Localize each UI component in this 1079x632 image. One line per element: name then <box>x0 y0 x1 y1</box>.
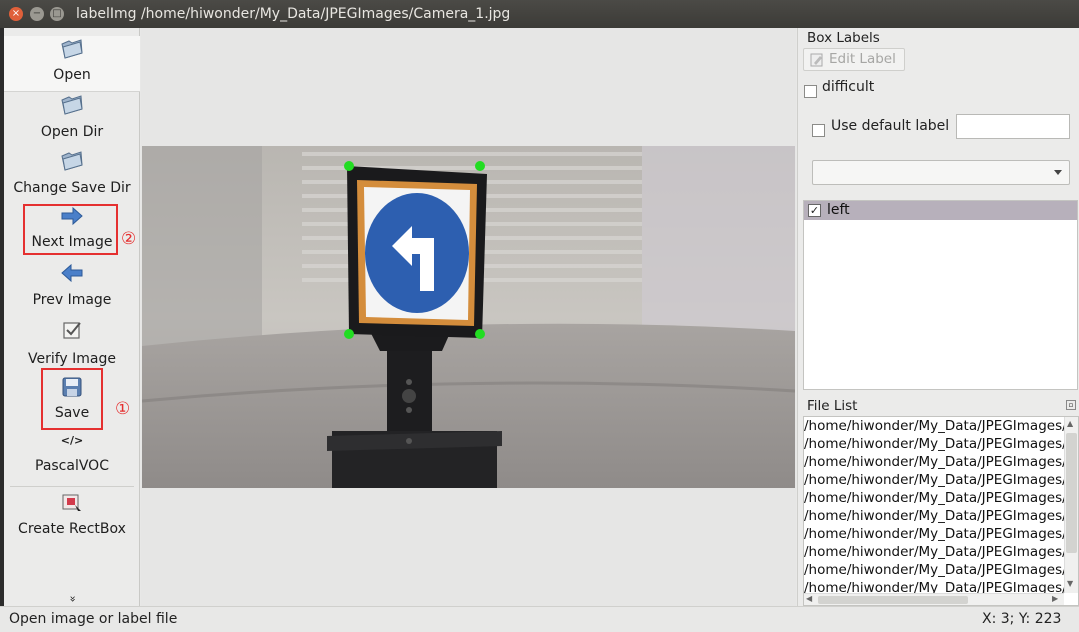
open-dir-label: Open Dir <box>40 124 104 140</box>
step-one-marker: ① <box>115 399 131 419</box>
open-dir-button[interactable]: Open Dir <box>4 94 140 146</box>
scrollbar-thumb[interactable] <box>1066 433 1077 553</box>
edit-pencil-icon <box>810 53 823 67</box>
camera-photo-graphic <box>142 146 795 488</box>
open-label: Open <box>53 67 91 83</box>
file-list-item[interactable]: /home/hiwonder/My_Data/JPEGImages/Camera… <box>804 526 1064 544</box>
toolbar-divider <box>10 486 134 487</box>
folder-open-icon <box>61 151 83 171</box>
camera-image[interactable] <box>142 146 795 488</box>
cursor-coordinates: X: 3; Y: 223 <box>982 611 1062 627</box>
difficult-checkbox[interactable] <box>804 81 817 100</box>
title-bar: × − □ labelImg /home/hiwonder/My_Data/JP… <box>0 0 1079 28</box>
checkbox-verify-icon <box>63 322 81 339</box>
use-default-label-checkbox-box[interactable] <box>812 124 825 137</box>
horizontal-scrollbar[interactable]: ◀ ▶ <box>804 593 1064 605</box>
scroll-down-arrow-icon[interactable]: ▼ <box>1067 579 1073 588</box>
verify-image-button[interactable]: Verify Image <box>4 320 140 372</box>
file-list-item[interactable]: /home/hiwonder/My_Data/JPEGImages/Camera… <box>804 418 1064 436</box>
file-list-item[interactable]: /home/hiwonder/My_Data/JPEGImages/Camera… <box>804 544 1064 562</box>
toolbar-extension-button[interactable]: » <box>4 593 140 607</box>
label-list[interactable]: ✓ left <box>803 200 1078 390</box>
close-window-button[interactable]: × <box>9 7 23 21</box>
folder-open-icon <box>61 95 83 115</box>
difficult-checkbox-box[interactable] <box>804 85 817 98</box>
change-save-dir-label: Change Save Dir <box>13 180 131 196</box>
create-rectbox-label: Create RectBox <box>18 521 126 537</box>
box-labels-title: Box Labels <box>807 30 880 46</box>
float-dock-icon[interactable]: ▫ <box>1066 400 1076 410</box>
open-button[interactable]: Open <box>4 36 140 92</box>
vertical-scrollbar[interactable]: ▲ ▼ <box>1064 417 1078 593</box>
maximize-window-button[interactable]: □ <box>50 7 64 21</box>
label-list-item[interactable]: ✓ left <box>804 201 1077 220</box>
prev-image-button[interactable]: Prev Image <box>4 263 140 315</box>
format-label: PascalVOC <box>35 458 109 474</box>
label-combo-box[interactable] <box>812 160 1070 185</box>
scroll-right-arrow-icon[interactable]: ▶ <box>1052 594 1058 603</box>
edit-label-text: Edit Label <box>829 51 896 67</box>
file-list[interactable]: /home/hiwonder/My_Data/JPEGImages/Camera… <box>803 416 1079 606</box>
create-rectbox-button[interactable]: Create RectBox <box>4 492 140 544</box>
scroll-up-arrow-icon[interactable]: ▲ <box>1067 419 1073 428</box>
minimize-window-button[interactable]: − <box>30 7 44 21</box>
next-image-highlight <box>23 204 118 255</box>
file-list-item[interactable]: /home/hiwonder/My_Data/JPEGImages/Camera… <box>804 454 1064 472</box>
status-bar: Open image or label file X: 3; Y: 223 <box>0 606 1079 632</box>
file-list-item[interactable]: /home/hiwonder/My_Data/JPEGImages/Camera… <box>804 508 1064 526</box>
file-list-item[interactable]: /home/hiwonder/My_Data/JPEGImages/Camera… <box>804 472 1064 490</box>
step-two-marker: ② <box>121 229 137 249</box>
scrollbar-thumb[interactable] <box>818 596 968 604</box>
status-message: Open image or label file <box>9 611 178 627</box>
file-list-item[interactable]: /home/hiwonder/My_Data/JPEGImages/Camera… <box>804 562 1064 580</box>
code-icon: </> <box>60 434 84 447</box>
arrow-left-icon <box>61 263 83 283</box>
difficult-label: difficult <box>822 79 875 95</box>
default-label-input[interactable] <box>956 114 1070 139</box>
folder-open-icon <box>61 39 83 59</box>
prev-image-label: Prev Image <box>32 292 112 308</box>
scroll-left-arrow-icon[interactable]: ◀ <box>806 594 812 603</box>
change-save-dir-button[interactable]: Change Save Dir <box>4 150 140 202</box>
save-highlight <box>41 368 103 430</box>
tools-panel: Open Open Dir Change Save Dir Next Image… <box>4 28 140 606</box>
chevron-down-icon <box>1054 170 1062 175</box>
file-list-item[interactable]: /home/hiwonder/My_Data/JPEGImages/Camera… <box>804 436 1064 454</box>
chevron-double-down-icon: » <box>65 595 79 603</box>
file-list-title: File List <box>807 398 858 414</box>
right-dock: Box Labels Edit Label difficult Use defa… <box>797 28 1079 606</box>
use-default-label-text: Use default label <box>831 118 950 134</box>
label-check-icon[interactable]: ✓ <box>808 204 821 217</box>
format-toggle-button[interactable]: </> PascalVOC <box>4 434 140 480</box>
rectbox-icon <box>62 494 81 511</box>
label-item-text: left <box>827 202 850 218</box>
use-default-label-checkbox[interactable] <box>812 120 825 139</box>
edit-label-button[interactable]: Edit Label <box>803 48 905 71</box>
window-title: labelImg /home/hiwonder/My_Data/JPEGImag… <box>76 6 511 22</box>
verify-image-label: Verify Image <box>27 351 116 367</box>
file-list-item[interactable]: /home/hiwonder/My_Data/JPEGImages/Camera… <box>804 490 1064 508</box>
